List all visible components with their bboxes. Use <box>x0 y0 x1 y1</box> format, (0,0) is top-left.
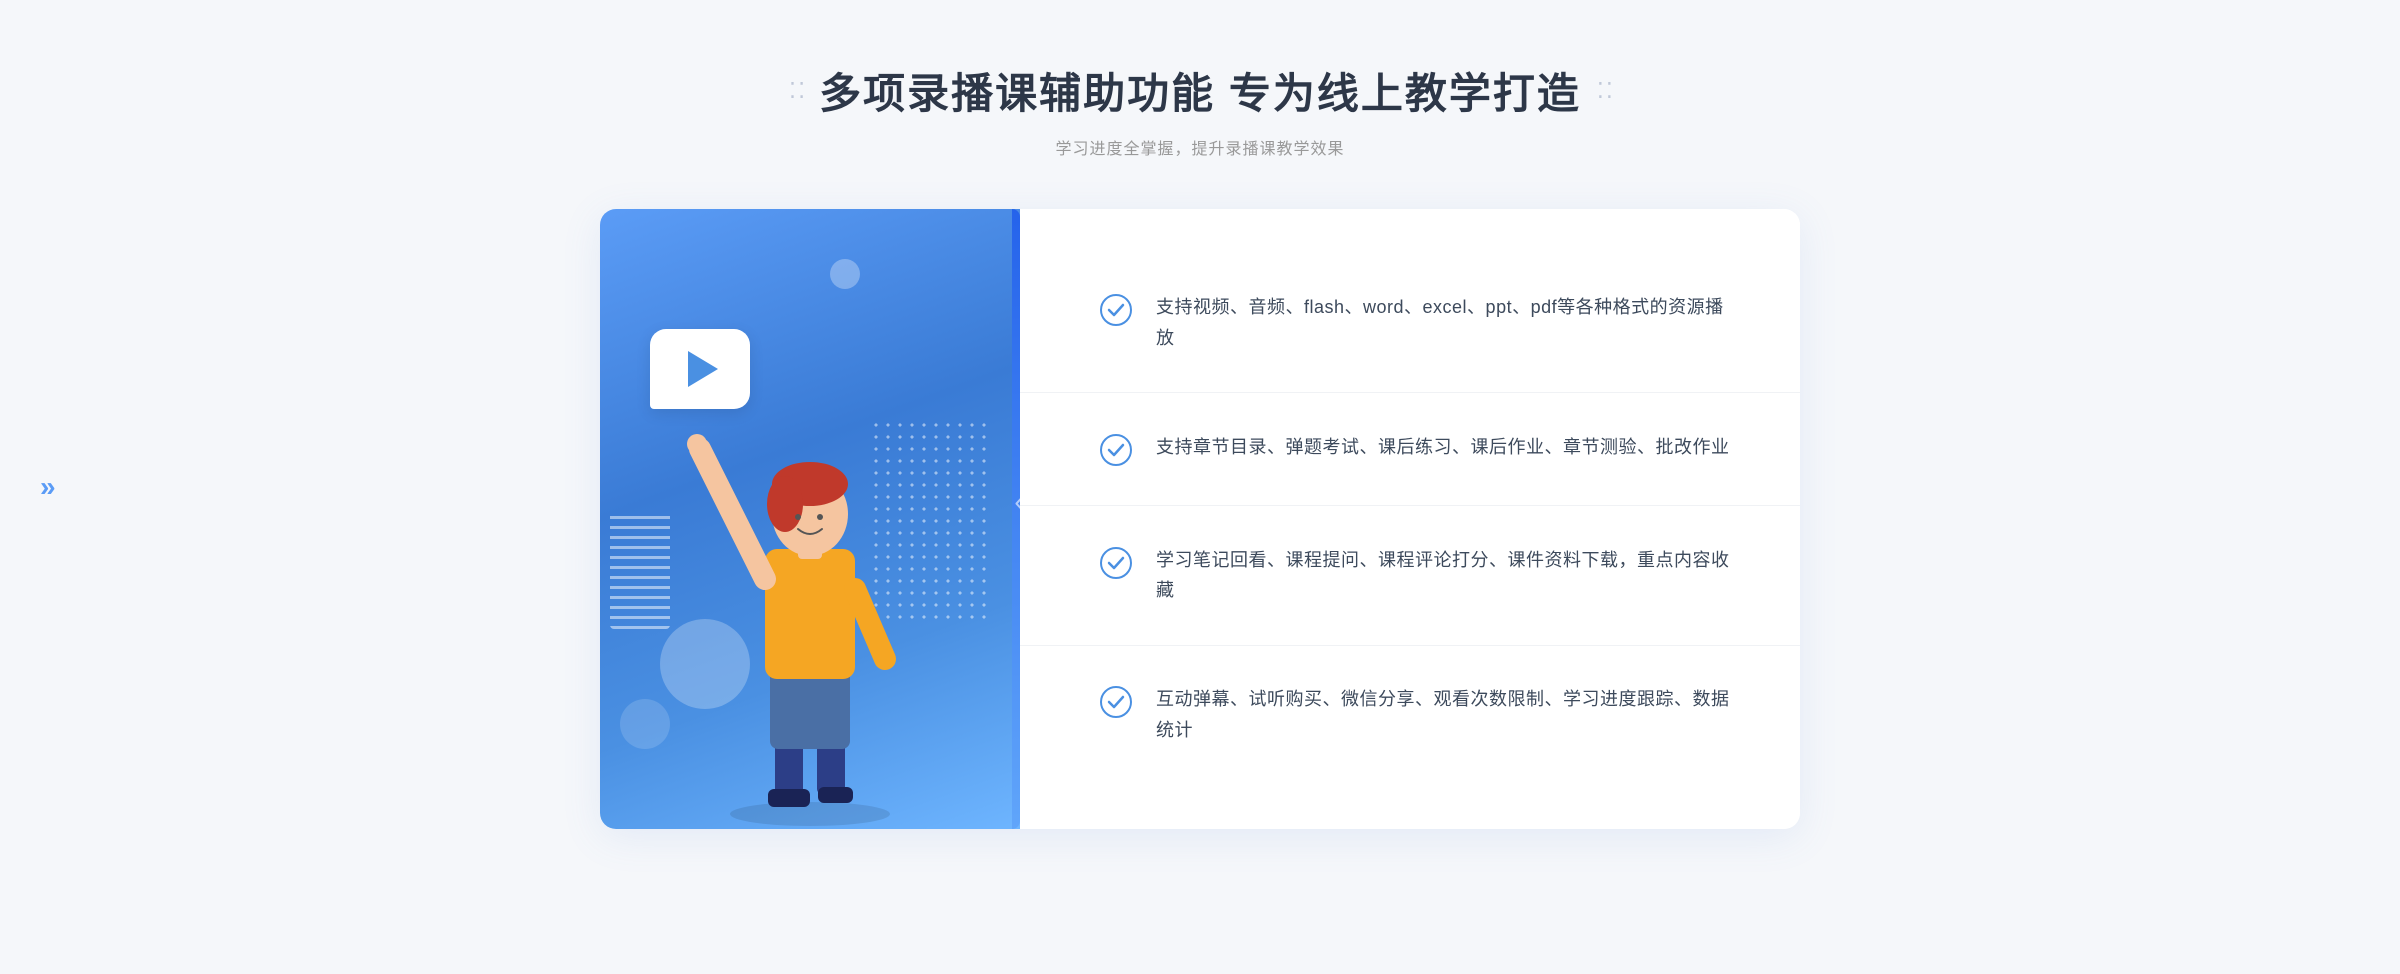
nav-arrow-left[interactable]: » <box>40 471 56 503</box>
feature-text-2: 支持章节目录、弹题考试、课后练习、课后作业、章节测验、批改作业 <box>1156 432 1730 463</box>
check-icon-2 <box>1100 434 1132 466</box>
stripes-decoration <box>610 509 670 629</box>
divider-3 <box>1020 645 1800 646</box>
divider-2 <box>1020 505 1800 506</box>
content-card: « 支持视频、音频、flash、word、excel、ppt、pdf等各种格式的… <box>600 209 1800 829</box>
page-container: » ⁚ ⁚ 多项录播课辅助功能 专为线上教学打造 ⁚ ⁚ 学习进度全掌握，提升录… <box>0 60 2400 829</box>
check-icon-3 <box>1100 547 1132 579</box>
feature-item-2: 支持章节目录、弹题考试、课后练习、课后作业、章节测验、批改作业 <box>1100 414 1730 484</box>
page-subtitle: 学习进度全掌握，提升录播课教学效果 <box>1055 135 1344 159</box>
check-icon-1 <box>1100 294 1132 326</box>
divider-1 <box>1020 392 1800 393</box>
feature-item-1: 支持视频、音频、flash、word、excel、ppt、pdf等各种格式的资源… <box>1100 274 1730 371</box>
character-illustration <box>670 349 950 829</box>
feature-text-4: 互动弹幕、试听购买、微信分享、观看次数限制、学习进度跟踪、数据统计 <box>1156 684 1730 745</box>
blue-accent-bar <box>1012 209 1020 829</box>
features-panel: 支持视频、音频、flash、word、excel、ppt、pdf等各种格式的资源… <box>1020 209 1800 829</box>
decorator-left: ⁚ ⁚ <box>789 78 803 104</box>
title-row: ⁚ ⁚ 多项录播课辅助功能 专为线上教学打造 ⁚ ⁚ <box>789 60 1611 121</box>
check-icon-4 <box>1100 686 1132 718</box>
deco-chevrons: « <box>1014 488 1020 516</box>
deco-circle-3 <box>830 259 860 289</box>
feature-item-4: 互动弹幕、试听购买、微信分享、观看次数限制、学习进度跟踪、数据统计 <box>1100 666 1730 763</box>
header-section: ⁚ ⁚ 多项录播课辅助功能 专为线上教学打造 ⁚ ⁚ 学习进度全掌握，提升录播课… <box>0 60 2400 159</box>
feature-text-3: 学习笔记回看、课程提问、课程评论打分、课件资料下载，重点内容收藏 <box>1156 545 1730 606</box>
page-title: 多项录播课辅助功能 专为线上教学打造 <box>819 60 1581 121</box>
feature-item-3: 学习笔记回看、课程提问、课程评论打分、课件资料下载，重点内容收藏 <box>1100 527 1730 624</box>
deco-circle-2 <box>620 699 670 749</box>
illustration-panel: « <box>600 209 1020 829</box>
feature-text-1: 支持视频、音频、flash、word、excel、ppt、pdf等各种格式的资源… <box>1156 292 1730 353</box>
decorator-right: ⁚ ⁚ <box>1597 78 1611 104</box>
